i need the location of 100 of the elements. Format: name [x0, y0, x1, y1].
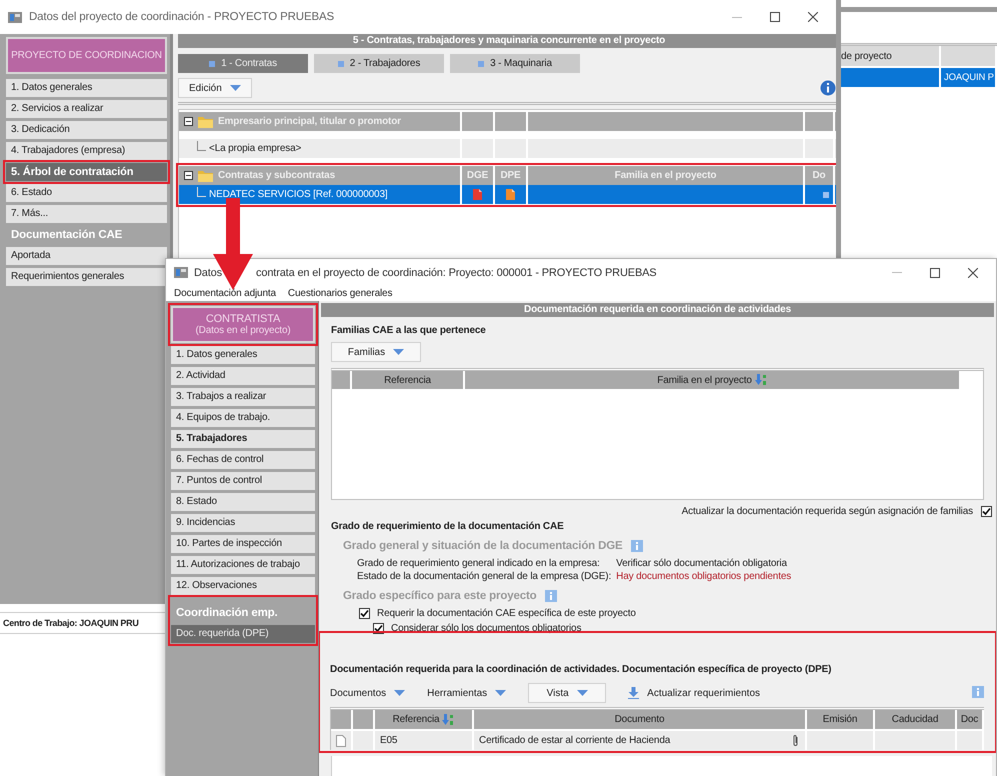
- option-label: Actualizar la documentación requerida según asignación de familias: [682, 506, 973, 517]
- collapse-icon[interactable]: [184, 171, 193, 180]
- paperclip-icon[interactable]: [792, 734, 799, 747]
- column-header: Referencia: [384, 374, 431, 386]
- tree-row[interactable]: NEDATEC SERVICIOS [Ref. 000000003]: [179, 185, 839, 204]
- field-label: Estado de la documentación general de la empresa (DGE):: [357, 571, 612, 582]
- sidebar-item[interactable]: Doc. requerida (DPE): [171, 625, 315, 643]
- info-icon: [972, 686, 984, 698]
- window-title: Datos: [194, 266, 222, 278]
- document-icon: [473, 189, 482, 200]
- toolbar-menu[interactable]: Documentos: [330, 688, 406, 698]
- window-title: contrata en el proyecto de coordinación: Proyecto: 000001 - PROYECTO PRUEBAS: [256, 266, 656, 278]
- column-header: Familia en el proyecto: [614, 170, 716, 181]
- caret-icon: [495, 690, 506, 696]
- folder-icon: [198, 116, 213, 128]
- field-label: Grado de requerimiento general indicado en la empresa:: [357, 558, 601, 569]
- close-icon[interactable]: [808, 12, 818, 22]
- sidebar-item[interactable]: 6. Estado: [6, 184, 167, 202]
- info-icon: [544, 590, 557, 602]
- column-header: DGE: [466, 170, 488, 181]
- sidebar-item[interactable]: 3. Trabajos a realizar: [171, 388, 315, 406]
- sidebar-item[interactable]: 4. Trabajadores (empresa): [6, 142, 167, 160]
- column-header: Familia en el proyecto: [657, 374, 752, 386]
- close-icon[interactable]: [968, 268, 978, 278]
- column-header: Referencia: [392, 714, 440, 725]
- section-header: Documentación requerida en coordinación de actividades: [321, 303, 994, 317]
- sidebar-item[interactable]: 10. Partes de inspección: [171, 535, 315, 553]
- option-label: Requerir la documentación CAE específica de este proyecto: [377, 608, 636, 619]
- menu-item[interactable]: Documentación adjunta: [174, 288, 276, 299]
- caret-icon: [393, 349, 404, 355]
- sidebar-item[interactable]: 2. Servicios a realizar: [6, 100, 167, 118]
- section-title: Grado de requerimiento de la documentación CAE: [331, 521, 565, 532]
- sidebar-item[interactable]: 7. Puntos de control: [171, 472, 315, 490]
- table-row[interactable]: JOAQUIN P: [841, 68, 997, 87]
- edit-menu[interactable]: Edición: [178, 78, 252, 98]
- section-label: Documentación CAE: [10, 228, 124, 243]
- tab[interactable]: 1 - Contratas: [178, 54, 308, 73]
- tab[interactable]: 3 - Maquinaria: [450, 54, 580, 73]
- sidebar-item[interactable]: 11. Autorizaciones de trabajo: [171, 556, 315, 574]
- checkbox[interactable]: [981, 506, 992, 517]
- column-header: Emisión: [822, 714, 858, 725]
- column-header: DPE: [500, 170, 521, 181]
- update-button[interactable]: Actualizar requerimientos: [628, 687, 760, 699]
- tab[interactable]: 2 - Trabajadores: [314, 54, 444, 73]
- caret-icon: [576, 690, 588, 696]
- caret-icon: [230, 85, 241, 91]
- subsection-title: Grado general y situación de la documentación DGE: [343, 540, 623, 552]
- window-title: Datos del proyecto de coordinación - PROYECTO PRUEBAS: [29, 11, 334, 23]
- group-label: Empresario principal, titular o promotor: [218, 116, 401, 127]
- sidebar-item[interactable]: 12. Observaciones: [171, 577, 315, 595]
- sidebar-item[interactable]: 2. Actividad: [171, 367, 315, 385]
- section-title: Documentación requerida para la coordinación de actividades. Documentación específica de proyecto (DPE): [330, 664, 832, 675]
- table-cell: Certificado de estar al corriente de Hacienda: [479, 735, 670, 746]
- info-icon[interactable]: [820, 80, 836, 96]
- maximize-icon[interactable]: [770, 12, 780, 22]
- header-text: CONTRATISTA: [206, 313, 280, 325]
- column-header: Doc: [960, 714, 978, 725]
- sidebar-item[interactable]: 4. Equipos de trabajo.: [171, 409, 315, 427]
- table-row[interactable]: E05 Certificado de estar al corriente de Hacienda: [331, 731, 984, 750]
- sidebar-item[interactable]: Requerimientos generales: [6, 268, 167, 286]
- menu-item[interactable]: Cuestionarios generales: [288, 288, 392, 299]
- sidebar-item[interactable]: 8. Estado: [171, 493, 315, 511]
- maximize-icon[interactable]: [930, 268, 940, 278]
- table-cell: JOAQUIN P: [944, 72, 994, 83]
- sidebar-item[interactable]: 9. Incidencias: [171, 514, 315, 532]
- sidebar-item[interactable]: Aportada: [6, 247, 167, 265]
- tree-row[interactable]: <La propia empresa>: [179, 139, 839, 158]
- sidebar-item[interactable]: 1. Datos generales: [171, 346, 315, 364]
- tree-item-label: <La propia empresa>: [209, 143, 302, 154]
- subsection-title: Grado específico para este proyecto: [343, 590, 537, 602]
- sidebar-item[interactable]: 6. Fechas de control: [171, 451, 315, 469]
- column-header: de proyecto: [841, 50, 892, 62]
- sidebar-item[interactable]: 5. Árbol de contratación: [6, 163, 167, 181]
- app-icon: [8, 12, 22, 22]
- folder-icon: [198, 170, 213, 182]
- checkbox[interactable]: [359, 608, 370, 619]
- tree-item-label: NEDATEC SERVICIOS [Ref. 000000003]: [209, 189, 388, 200]
- collapse-icon[interactable]: [184, 117, 193, 126]
- square-icon: [823, 192, 829, 198]
- group-label: Contratas y subcontratas: [218, 170, 335, 181]
- sidebar-item[interactable]: 5. Trabajadores: [171, 430, 315, 448]
- view-menu[interactable]: Vista: [528, 683, 606, 703]
- sidebar-header: PROYECTO DE COORDINACION: [6, 37, 167, 74]
- sidebar-item[interactable]: 1. Datos generales: [6, 79, 167, 97]
- families-menu[interactable]: Familias: [331, 342, 421, 362]
- header-text: (Datos en el proyecto): [195, 325, 291, 336]
- table-cell: E05: [380, 735, 398, 746]
- field-value: Verificar sólo documentación obligatoria: [616, 558, 788, 569]
- info-icon: [630, 540, 643, 552]
- app-icon: [174, 267, 188, 278]
- section-label: Coordinación emp.: [175, 606, 279, 621]
- sidebar-item[interactable]: 7. Más...: [6, 205, 167, 223]
- column-header: Do: [812, 170, 826, 181]
- column-header: Caducidad: [892, 714, 938, 725]
- sidebar-item[interactable]: 3. Dedicación: [6, 121, 167, 139]
- column-header: Documento: [614, 714, 664, 725]
- toolbar-menu[interactable]: Herramientas: [427, 688, 506, 698]
- file-icon: [336, 734, 346, 746]
- download-icon: [628, 687, 640, 699]
- document-icon: [506, 189, 515, 200]
